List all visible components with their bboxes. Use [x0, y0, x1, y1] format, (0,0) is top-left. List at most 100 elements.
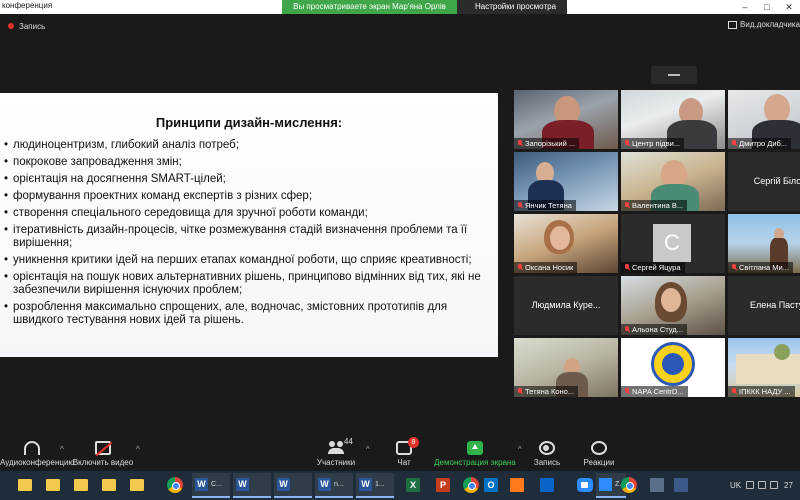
start-video-label: Включить видео — [72, 458, 134, 467]
clock[interactable]: 27 — [784, 481, 793, 490]
participant-tile[interactable]: Сергій Білор — [728, 152, 800, 211]
participant-tile[interactable]: Запорізький ... — [514, 90, 618, 149]
minimize-icon[interactable]: – — [734, 0, 756, 14]
mic-muted-icon — [624, 388, 630, 395]
participant-tile[interactable]: Янчик Тетяна — [514, 152, 618, 211]
language-indicator[interactable]: UK — [730, 481, 741, 490]
participant-tile[interactable]: ІПККК НАДУ ... — [728, 338, 800, 397]
shopping-bag-icon — [510, 478, 524, 492]
audio-conference-button[interactable]: Аудиоконференцию — [0, 435, 75, 471]
participant-tile[interactable]: Оксана Носик — [514, 214, 618, 273]
participants-options-caret-icon[interactable]: ^ — [366, 445, 370, 454]
participant-name-tag: NAPA CentrD... — [621, 386, 688, 397]
slide-bullet: ітеративність дизайн-процесів, чітке роз… — [4, 224, 492, 250]
word-taskbar-button[interactable]: W C... — [192, 473, 230, 498]
participant-name: Людмила Куре... — [531, 300, 601, 310]
record-icon — [539, 441, 555, 455]
store-taskbar-button[interactable] — [504, 473, 530, 498]
video-options-caret-icon[interactable]: ^ — [136, 445, 140, 454]
slide-bullet: уникнення критики ідей на перших етапах … — [4, 254, 492, 267]
slide-bullet: розроблення максимально спрощених, але, … — [4, 301, 492, 327]
participant-tile[interactable]: Людмила Куре... — [514, 276, 618, 335]
share-screen-icon — [467, 441, 483, 455]
participant-name-tag: Дмитро Диб... — [728, 138, 792, 149]
powerpoint-taskbar-button[interactable]: P — [430, 473, 456, 498]
slide-bullet: створення спеціального середовища для зр… — [4, 207, 492, 220]
mail-taskbar-button[interactable] — [534, 473, 560, 498]
participant-tile[interactable]: Світлана Ми... — [728, 214, 800, 273]
word-icon: W — [277, 478, 290, 491]
meeting-topbar: Запись Вид.докладчика — [0, 14, 800, 40]
battery-icon[interactable] — [770, 481, 778, 489]
video-off-icon — [95, 441, 111, 455]
outlook-icon: O — [484, 478, 498, 492]
chrome-icon[interactable] — [616, 473, 642, 498]
mic-muted-icon — [517, 388, 523, 395]
reactions-button[interactable]: Реакции — [582, 435, 616, 471]
network-icon[interactable] — [746, 481, 754, 489]
participant-tile[interactable]: C Сергей Яцура — [621, 214, 725, 273]
participant-avatar: C — [653, 224, 691, 262]
word-icon: W — [359, 478, 372, 491]
word-taskbar-button[interactable]: W — [233, 473, 271, 498]
audio-conference-label: Аудиоконференцию — [0, 458, 75, 467]
view-settings-button[interactable]: Настройки просмотра — [457, 0, 567, 14]
minus-icon — [668, 74, 680, 76]
start-video-button[interactable]: Включить видео — [72, 435, 134, 471]
photos-taskbar-button[interactable] — [644, 473, 670, 498]
mail-icon — [540, 478, 554, 492]
outlook-taskbar-button[interactable]: O — [478, 473, 504, 498]
audio-options-caret-icon[interactable]: ^ — [60, 445, 64, 454]
participant-tile[interactable]: Дмитро Диб... — [728, 90, 800, 149]
folder-icon[interactable] — [68, 473, 94, 498]
meeting-toolbar: Аудиоконференцию ^ Включить видео ^ 44 У… — [0, 435, 800, 471]
search-taskbar-button[interactable] — [668, 473, 694, 498]
chat-button[interactable]: 8 Чат — [390, 435, 419, 471]
word-taskbar-button[interactable]: Wn... — [315, 473, 353, 498]
volume-icon[interactable] — [758, 481, 766, 489]
participant-tile[interactable]: Валентина В... — [621, 152, 725, 211]
chat-label: Чат — [397, 458, 411, 467]
folder-icon[interactable] — [12, 473, 38, 498]
participant-name: Дмитро Диб... — [739, 139, 788, 148]
maximize-icon[interactable]: □ — [756, 0, 778, 14]
participant-name: Оксана Носик — [525, 263, 574, 272]
mic-muted-icon — [517, 202, 523, 209]
slide-bullet: людиноцентризм, глибокий аналіз потреб; — [4, 139, 492, 152]
minimize-gallery-button[interactable] — [651, 66, 697, 84]
folder-icon[interactable] — [40, 473, 66, 498]
word-taskbar-button[interactable]: W 1... — [356, 473, 394, 498]
participant-name: Сергій Білор — [753, 176, 800, 186]
participant-name-tag: Валентина В... — [621, 200, 688, 211]
participant-tile[interactable]: NAPA CentrD... — [621, 338, 725, 397]
share-screen-button[interactable]: Демонстрация экрана — [434, 435, 516, 471]
share-options-caret-icon[interactable]: ^ — [518, 445, 522, 454]
participant-name: Валентина В... — [632, 201, 684, 210]
recording-dot-icon — [8, 23, 14, 29]
speaker-view-button[interactable]: Вид.докладчика — [726, 20, 800, 29]
zoom-app-icon — [599, 478, 612, 491]
photos-icon — [650, 478, 664, 492]
shared-screen-slide: Принципи дизайн-мислення: людиноцентризм… — [0, 93, 498, 357]
close-icon[interactable]: ✕ — [778, 0, 800, 14]
participant-tile[interactable]: Елена Пасту... — [728, 276, 800, 335]
slide-bullet-list: людиноцентризм, глибокий аналіз потреб; … — [4, 139, 492, 331]
chrome-icon[interactable] — [162, 473, 188, 498]
word-taskbar-button[interactable]: W — [274, 473, 312, 498]
zoom-icon[interactable] — [572, 473, 598, 498]
record-button[interactable]: Запись — [530, 435, 564, 471]
participant-tile[interactable]: Тетяна Коно... — [514, 338, 618, 397]
participant-name-tag: Центр підви... — [621, 138, 685, 149]
mic-muted-icon — [624, 140, 630, 147]
participants-button[interactable]: 44 Участники — [314, 435, 358, 471]
grid-view-icon — [728, 21, 738, 29]
participant-tile[interactable]: Альона Студ... — [621, 276, 725, 335]
mic-muted-icon — [731, 388, 737, 395]
folder-icon[interactable] — [96, 473, 122, 498]
mic-muted-icon — [624, 326, 630, 333]
excel-taskbar-button[interactable]: X — [400, 473, 426, 498]
participant-tile[interactable]: Центр підви... — [621, 90, 725, 149]
participant-name: Сергей Яцура — [632, 263, 681, 272]
participants-icon: 44 — [328, 437, 353, 455]
folder-icon[interactable] — [124, 473, 150, 498]
